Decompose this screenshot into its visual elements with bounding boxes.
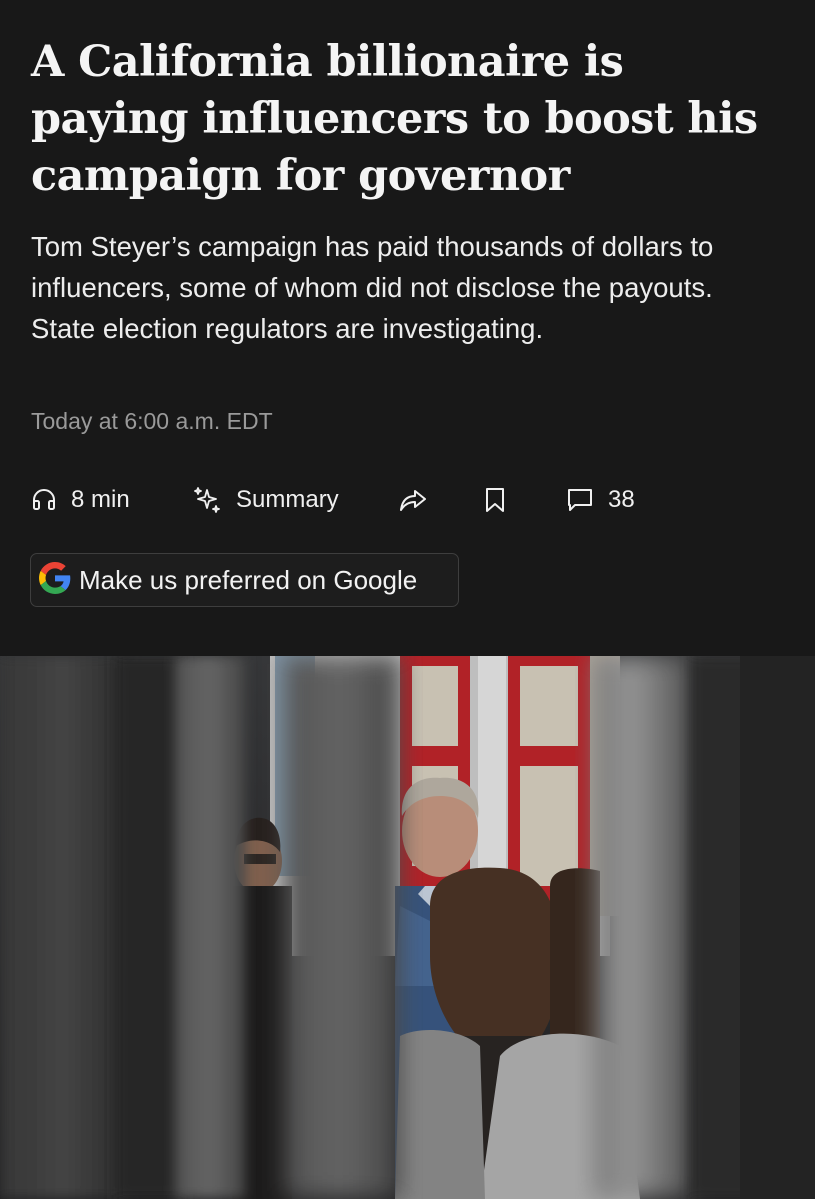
article-dek: Tom Steyer’s campaign has paid thousands… [31, 231, 714, 344]
google-g-icon [39, 561, 71, 599]
summary-button[interactable]: Summary [192, 480, 339, 520]
google-preferred-label: Make us preferred on Google [79, 564, 418, 595]
listen-button[interactable]: 8 min [31, 480, 130, 520]
share-icon [398, 485, 428, 515]
headline: A California billionaire is paying influ… [31, 37, 758, 201]
photo-illustration [0, 656, 815, 1199]
bookmark-icon [483, 486, 507, 514]
share-button[interactable] [398, 480, 428, 520]
google-preferred-button[interactable]: Make us preferred on Google [30, 553, 459, 607]
article-photo [0, 656, 815, 1199]
timestamp: Today at 6:00 a.m. EDT [31, 408, 273, 434]
comments-count: 38 [608, 486, 635, 513]
summary-label: Summary [236, 486, 339, 513]
listen-duration: 8 min [71, 486, 130, 513]
headphones-icon [31, 487, 57, 513]
bookmark-button[interactable] [483, 480, 507, 520]
action-bar: 8 min Summary 38 [31, 480, 771, 520]
sparkle-icon [192, 485, 222, 515]
comments-button[interactable]: 38 [566, 480, 635, 520]
comment-icon [566, 486, 594, 514]
article-header: A California billionaire is paying influ… [0, 0, 815, 656]
